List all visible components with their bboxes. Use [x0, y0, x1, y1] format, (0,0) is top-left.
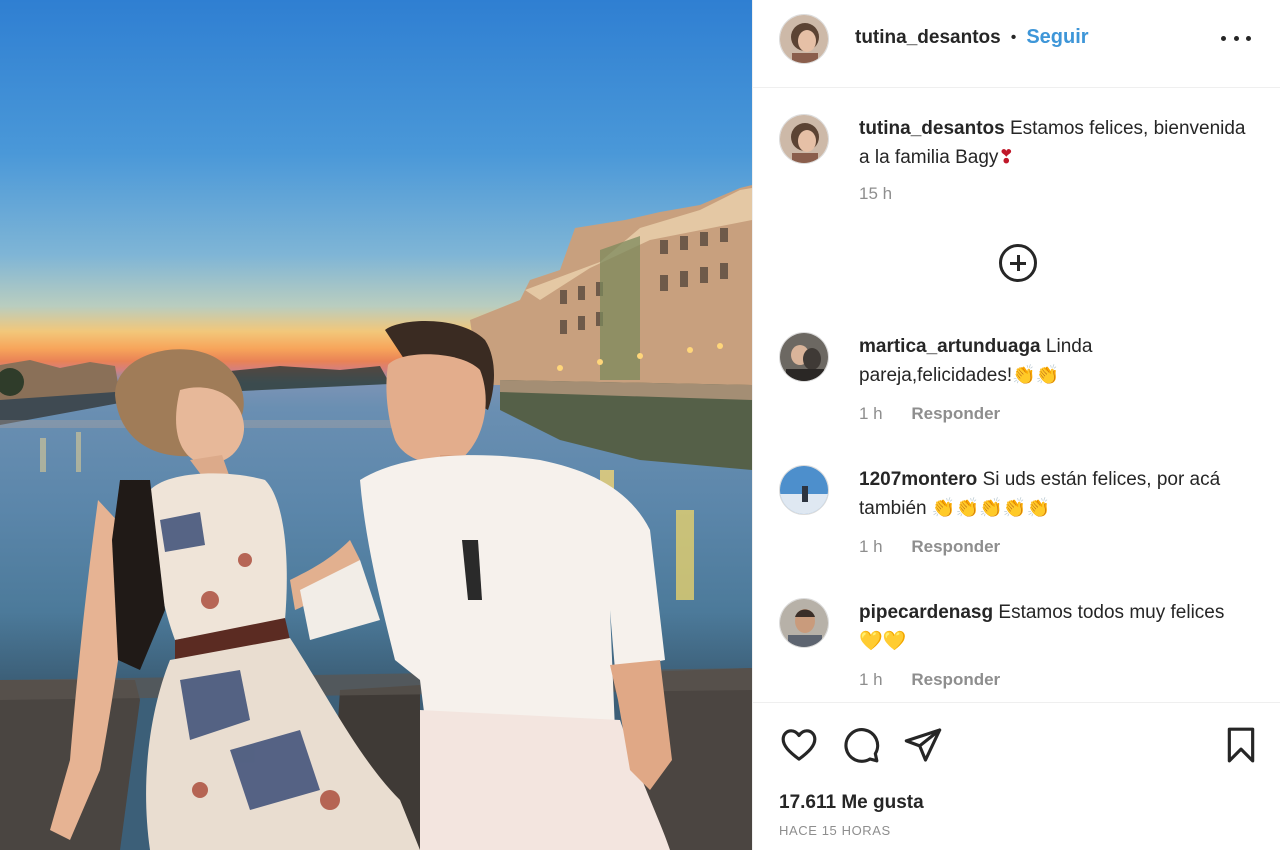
- author-username-link[interactable]: tutina_desantos: [855, 27, 1001, 49]
- caption-time[interactable]: 15 h: [859, 184, 892, 203]
- comment-meta: 1 h Responder: [859, 404, 1000, 424]
- post-side-panel: tutina_desantos • Seguir tutina_desantos…: [752, 0, 1280, 850]
- commenter-avatar[interactable]: [779, 465, 829, 515]
- yellow-heart-emoji: 💛💛: [859, 630, 907, 652]
- comment-username[interactable]: pipecardenasg: [859, 602, 993, 623]
- clap-emoji: 👏👏: [1012, 364, 1060, 386]
- photo-illustration: [0, 185, 752, 850]
- comment-time[interactable]: 1 h: [859, 670, 883, 689]
- follow-button[interactable]: Seguir: [1026, 26, 1088, 49]
- more-dot-icon: [1246, 35, 1251, 41]
- caption-avatar[interactable]: [779, 114, 829, 164]
- share-icon[interactable]: [903, 725, 943, 765]
- commenter-avatar[interactable]: [779, 332, 829, 382]
- more-dot-icon: [1233, 35, 1239, 41]
- comment-time[interactable]: 1 h: [859, 537, 883, 556]
- clap-emoji: 👏👏👏👏👏: [931, 497, 1051, 519]
- commenter-avatar-image: [780, 333, 828, 381]
- caption: tutina_desantos Estamos felices, bienven…: [779, 114, 1249, 214]
- reply-button[interactable]: Responder: [911, 404, 1000, 423]
- caption-username[interactable]: tutina_desantos: [859, 118, 1005, 139]
- commenter-avatar-image: [780, 466, 828, 514]
- heart-icon[interactable]: [779, 725, 819, 765]
- comment-text: 1207montero Si uds están felices, por ac…: [859, 465, 1249, 523]
- comment-username[interactable]: martica_artunduaga: [859, 336, 1041, 357]
- heart-exclamation-emoji: ❣: [998, 146, 1015, 168]
- comment-text: martica_artunduaga Linda pareja,felicida…: [859, 332, 1249, 390]
- comment-body: Estamos todos muy felices: [998, 602, 1225, 623]
- comment-time[interactable]: 1 h: [859, 404, 883, 423]
- post-timestamp[interactable]: HACE 15 HORAS: [779, 823, 891, 838]
- post-actions: 17.611 Me gusta HACE 15 HORAS: [753, 702, 1280, 850]
- reply-button[interactable]: Responder: [911, 670, 1000, 689]
- bookmark-icon[interactable]: [1221, 725, 1261, 765]
- comment-item: pipecardenasg Estamos todos muy felices …: [779, 598, 1249, 698]
- caption-avatar-image: [780, 115, 828, 163]
- comment-item: martica_artunduaga Linda pareja,felicida…: [779, 332, 1249, 432]
- separator-dot: •: [1010, 28, 1017, 46]
- likes-count[interactable]: 17.611 Me gusta: [779, 792, 924, 814]
- comment-icon[interactable]: [841, 725, 881, 765]
- post-header: tutina_desantos • Seguir: [753, 0, 1280, 88]
- reply-button[interactable]: Responder: [911, 537, 1000, 556]
- comment-meta: 1 h Responder: [859, 670, 1000, 690]
- commenter-avatar-image: [780, 599, 828, 647]
- comment-meta: 1 h Responder: [859, 537, 1000, 557]
- author-avatar-image: [780, 15, 828, 63]
- more-dot-icon: [1221, 35, 1226, 41]
- comment-username[interactable]: 1207montero: [859, 469, 977, 490]
- comment-item: 1207montero Si uds están felices, por ac…: [779, 465, 1249, 565]
- post-photo[interactable]: [0, 0, 752, 850]
- load-more-comments-button[interactable]: [999, 244, 1037, 282]
- comment-text: pipecardenasg Estamos todos muy felices …: [859, 598, 1249, 656]
- caption-text: tutina_desantos Estamos felices, bienven…: [859, 114, 1249, 172]
- commenter-avatar[interactable]: [779, 598, 829, 648]
- more-options-button[interactable]: [1221, 26, 1251, 50]
- caption-meta: 15 h: [859, 184, 892, 204]
- author-avatar[interactable]: [779, 14, 829, 64]
